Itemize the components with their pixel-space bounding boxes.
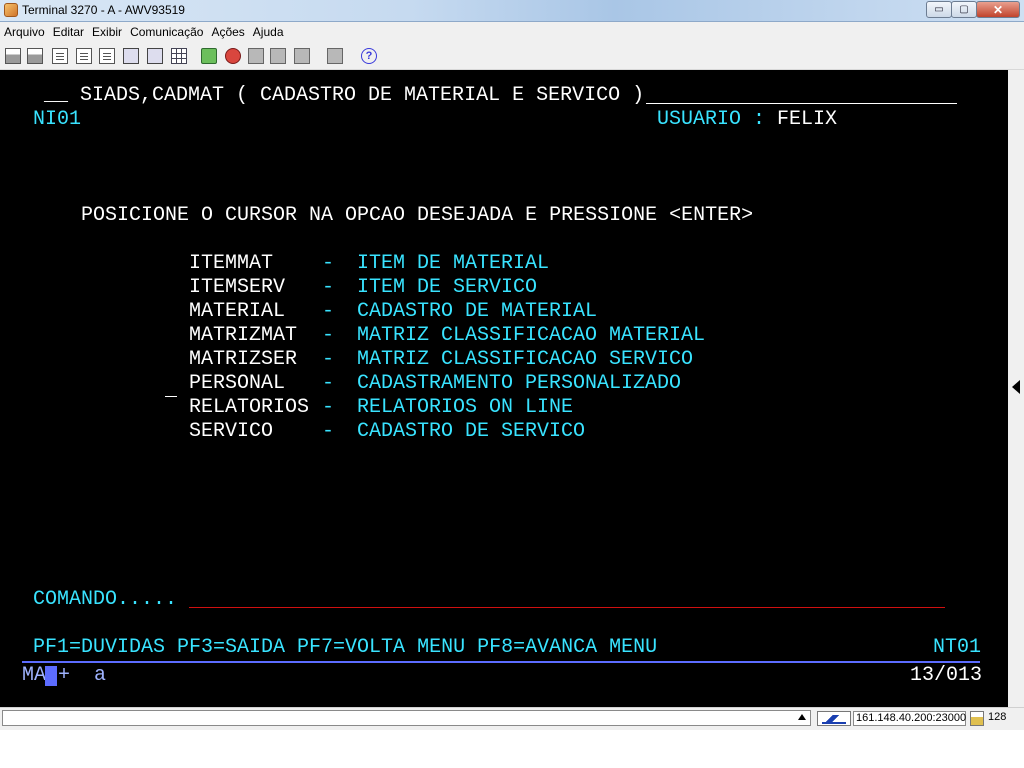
menu-arquivo[interactable]: Arquivo <box>0 22 49 39</box>
lock-icon <box>970 711 984 726</box>
option-dash: - <box>322 420 335 443</box>
transaction-code: NT01 <box>933 636 982 659</box>
play-icon[interactable] <box>248 48 264 64</box>
option-dash: - <box>322 300 335 323</box>
record-icon[interactable] <box>201 48 217 64</box>
header-underline <box>646 103 957 104</box>
cursor-marker <box>165 396 177 397</box>
encryption-bits: 128 <box>988 711 1007 723</box>
option-dash: - <box>322 372 335 395</box>
option-desc: CADASTRO DE SERVICO <box>357 420 586 443</box>
screen-id: NI01 <box>33 108 82 131</box>
java-app-icon <box>4 3 18 17</box>
edit-macro-icon[interactable] <box>147 48 163 64</box>
close-button[interactable]: ✕ <box>976 1 1020 18</box>
menu-acoes[interactable]: Ações <box>207 22 248 39</box>
host-address: 161.148.40.200:23000 <box>853 711 966 726</box>
macro-icon[interactable] <box>123 48 139 64</box>
option-code[interactable]: MATRIZSER <box>189 348 297 372</box>
user-value: FELIX <box>777 108 838 131</box>
minimize-button[interactable]: ▭ <box>926 1 952 18</box>
header-title: SIADS,CADMAT ( CADASTRO DE MATERIAL E SE… <box>80 84 645 107</box>
option-desc: ITEM DE MATERIAL <box>357 252 550 275</box>
command-input[interactable] <box>189 607 945 608</box>
option-desc: ITEM DE SERVICO <box>357 276 538 299</box>
toolbar: ? <box>0 42 1024 70</box>
help-icon[interactable]: ? <box>361 48 377 64</box>
instruction-text: POSICIONE O CURSOR NA OPCAO DESEJADA E P… <box>81 204 754 227</box>
stop-icon[interactable] <box>225 48 241 64</box>
oia-plus: + <box>58 664 71 687</box>
option-code[interactable]: RELATORIOS <box>189 396 309 420</box>
paste-icon[interactable] <box>52 48 68 64</box>
option-dash: - <box>322 324 335 347</box>
user-label: USUARIO : <box>657 108 766 131</box>
connection-icon <box>817 711 851 726</box>
menu-editar[interactable]: Editar <box>49 22 88 39</box>
print-setup-icon[interactable] <box>27 48 43 64</box>
oia-mode: MA <box>22 664 47 687</box>
print-icon[interactable] <box>5 48 21 64</box>
option-desc: CADASTRO DE MATERIAL <box>357 300 598 323</box>
option-dash: - <box>322 276 335 299</box>
side-panel <box>1008 70 1024 707</box>
oia-a: a <box>94 664 107 687</box>
expand-panel-icon[interactable] <box>1012 380 1020 394</box>
header-prefix: __ <box>44 84 69 107</box>
option-desc: MATRIZ CLASSIFICACAO MATERIAL <box>357 324 706 347</box>
option-code[interactable]: ITEMMAT <box>189 252 273 276</box>
send-icon[interactable] <box>294 48 310 64</box>
settings-icon[interactable] <box>327 48 343 64</box>
option-code[interactable]: MATRIZMAT <box>189 324 297 348</box>
menu-bar: Arquivo Editar Exibir Comunicação Ações Ajuda <box>0 22 1024 42</box>
option-code[interactable]: MATERIAL <box>189 300 285 324</box>
option-desc: CADASTRAMENTO PERSONALIZADO <box>357 372 682 395</box>
copy-icon[interactable] <box>76 48 92 64</box>
paste-special-icon[interactable] <box>99 48 115 64</box>
menu-exibir[interactable]: Exibir <box>88 22 126 39</box>
command-label: COMANDO..... <box>33 588 178 611</box>
option-code[interactable]: ITEMSERV <box>189 276 285 300</box>
status-bar: 161.148.40.200:23000 128 <box>0 707 1024 730</box>
option-dash: - <box>322 396 335 419</box>
option-code[interactable]: PERSONAL <box>189 372 285 396</box>
window-controls: ▭ ▢ ✕ <box>926 1 1020 19</box>
option-desc: MATRIZ CLASSIFICACAO SERVICO <box>357 348 694 371</box>
terminal-screen[interactable]: __ SIADS,CADMAT ( CADASTRO DE MATERIAL E… <box>0 70 1008 707</box>
option-code[interactable]: SERVICO <box>189 420 273 444</box>
window-title: Terminal 3270 - A - AWV93519 <box>22 3 185 17</box>
grid-icon[interactable] <box>171 48 187 64</box>
menu-comunicacao[interactable]: Comunicação <box>126 22 207 39</box>
oia-cursor-block <box>45 666 57 686</box>
menu-ajuda[interactable]: Ajuda <box>249 22 288 39</box>
option-desc: RELATORIOS ON LINE <box>357 396 574 419</box>
status-message-field <box>2 710 811 726</box>
pf-keys-legend: PF1=DUVIDAS PF3=SAIDA PF7=VOLTA MENU PF8… <box>33 636 658 659</box>
option-dash: - <box>322 348 335 371</box>
cursor-position: 13/013 <box>910 664 983 687</box>
title-bar: Terminal 3270 - A - AWV93519 ▭ ▢ ✕ <box>0 0 1024 22</box>
option-dash: - <box>322 252 335 275</box>
transfer-icon[interactable] <box>270 48 286 64</box>
maximize-button[interactable]: ▢ <box>951 1 977 18</box>
oia-separator <box>22 661 980 663</box>
status-up-arrow-icon[interactable] <box>798 714 806 720</box>
